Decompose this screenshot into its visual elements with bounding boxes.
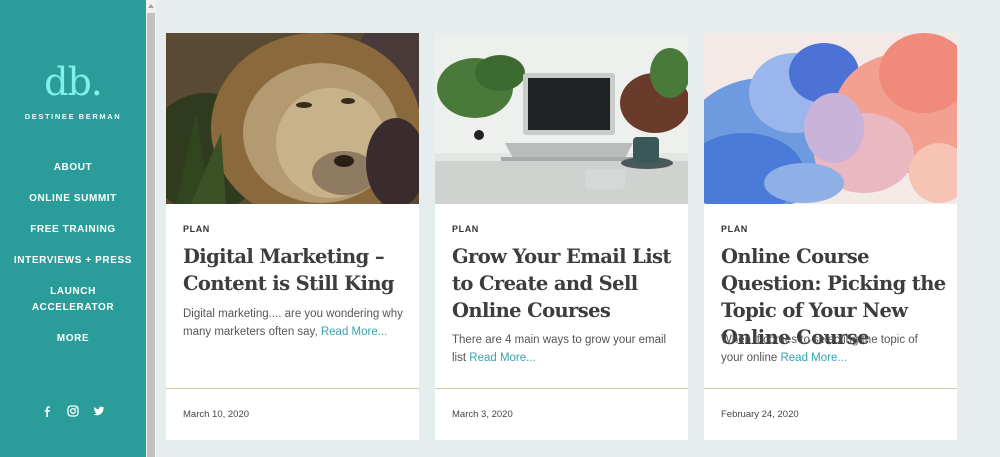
post-title[interactable]: Digital Marketing – Content is Still Kin… — [183, 243, 411, 297]
logo[interactable]: db. — [0, 60, 146, 104]
post-title[interactable]: Grow Your Email List to Create and Sell … — [452, 243, 680, 324]
post-card: PLAN Digital Marketing – Content is Stil… — [166, 33, 419, 440]
post-card: PLAN Online Course Question: Picking the… — [704, 33, 957, 440]
sidebar: db. DESTINEE BERMAN ABOUT ONLINE SUMMIT … — [0, 0, 146, 457]
post-category[interactable]: PLAN — [452, 224, 479, 234]
post-date: March 3, 2020 — [452, 409, 513, 420]
read-more-link[interactable]: Read More... — [780, 352, 846, 364]
read-more-link[interactable]: Read More... — [321, 326, 387, 338]
post-category[interactable]: PLAN — [721, 224, 748, 234]
facebook-icon[interactable] — [41, 405, 53, 417]
instagram-icon[interactable] — [67, 405, 79, 417]
post-date: February 24, 2020 — [721, 409, 799, 420]
nav-launch-accelerator[interactable]: LAUNCH ACCELERATOR — [0, 284, 146, 316]
nav-about[interactable]: ABOUT — [0, 160, 146, 176]
post-excerpt: There are 4 main ways to grow your email… — [452, 331, 674, 367]
main-nav: ABOUT ONLINE SUMMIT FREE TRAINING INTERV… — [0, 158, 146, 347]
nav-online-summit[interactable]: ONLINE SUMMIT — [0, 191, 146, 207]
post-date: March 10, 2020 — [183, 409, 250, 420]
nav-launch-line1: LAUNCH — [50, 286, 96, 297]
nav-interviews-press[interactable]: INTERVIEWS + PRESS — [0, 253, 146, 269]
card-divider — [166, 388, 419, 389]
post-card: PLAN Grow Your Email List to Create and … — [435, 33, 688, 440]
post-category[interactable]: PLAN — [183, 224, 210, 234]
post-excerpt: Digital marketing.... are you wondering … — [183, 305, 405, 341]
post-image-lion[interactable] — [166, 33, 419, 204]
nav-more[interactable]: MORE — [0, 331, 146, 347]
card-divider — [435, 388, 688, 389]
card-divider — [704, 388, 957, 389]
post-excerpt: When it comes to selecting the topic of … — [721, 331, 943, 367]
nav-free-training[interactable]: FREE TRAINING — [0, 222, 146, 238]
scrollbar[interactable] — [146, 0, 156, 457]
post-image-smoke[interactable] — [704, 33, 957, 204]
social-links — [0, 405, 146, 417]
nav-launch-line2: ACCELERATOR — [31, 302, 115, 313]
read-more-link[interactable]: Read More... — [469, 352, 535, 364]
post-image-laptop[interactable] — [435, 33, 688, 204]
twitter-icon[interactable] — [93, 405, 105, 417]
scroll-up-arrow-icon[interactable] — [146, 0, 156, 12]
scrollbar-thumb[interactable] — [147, 13, 155, 457]
logo-name: DESTINEE BERMAN — [24, 112, 122, 121]
